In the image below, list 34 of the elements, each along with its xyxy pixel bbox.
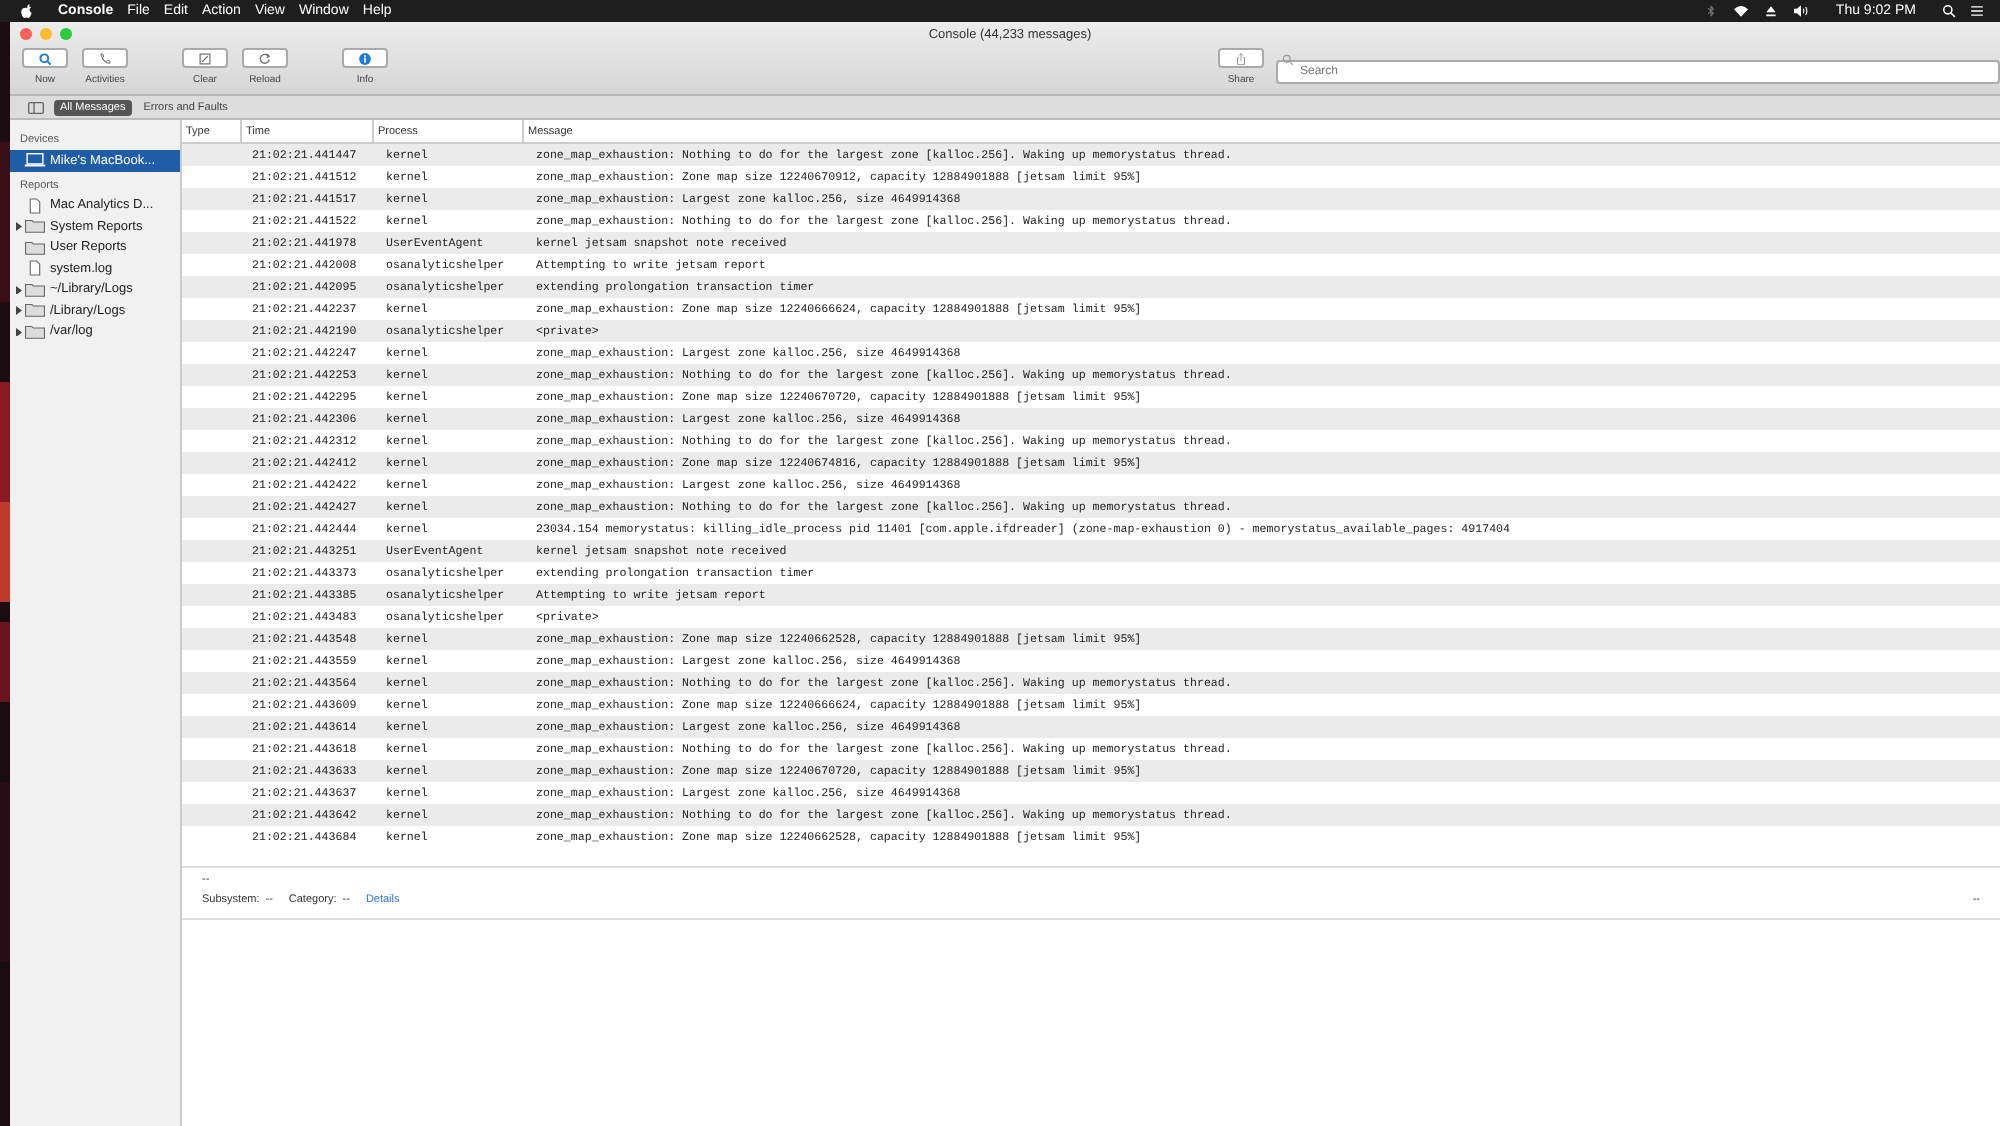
search-icon[interactable]	[1942, 4, 1956, 18]
search-icon	[1282, 54, 1294, 66]
disclosure-triangle-icon[interactable]	[16, 222, 22, 231]
disclosure-triangle-icon[interactable]	[16, 306, 22, 315]
bluetooth-icon[interactable]	[1703, 4, 1718, 18]
eject-icon[interactable]	[1763, 4, 1778, 18]
toolbar-button[interactable]	[182, 48, 228, 68]
disclosure-triangle-icon[interactable]	[16, 285, 22, 294]
reload-icon	[258, 51, 272, 65]
toolbar-button[interactable]	[242, 48, 288, 68]
toolbar-button[interactable]	[22, 48, 68, 68]
sidebar-toggle-icon[interactable]	[28, 101, 44, 113]
document-icon	[24, 260, 46, 277]
toolbar-button[interactable]	[342, 48, 388, 68]
toolbar-button[interactable]	[82, 48, 128, 68]
close-button[interactable]	[20, 28, 32, 40]
info-icon	[358, 51, 372, 65]
apple-icon[interactable]	[20, 3, 34, 19]
folder-icon	[24, 218, 46, 235]
folder-icon	[24, 323, 46, 340]
folder-icon	[24, 239, 46, 256]
share-icon	[1234, 51, 1248, 65]
clear-icon	[198, 51, 212, 65]
wifi-icon[interactable]	[1731, 4, 1750, 18]
share-button[interactable]	[1218, 48, 1264, 68]
disclosure-triangle-icon[interactable]	[16, 327, 22, 336]
phone-icon	[98, 51, 112, 65]
volume-icon[interactable]	[1791, 4, 1810, 18]
laptop-icon	[24, 152, 46, 169]
folder-icon	[24, 281, 46, 298]
document-icon	[24, 197, 46, 214]
folder-icon	[24, 302, 46, 319]
list-icon[interactable]	[1970, 4, 1984, 18]
magnifier-icon	[38, 51, 52, 65]
